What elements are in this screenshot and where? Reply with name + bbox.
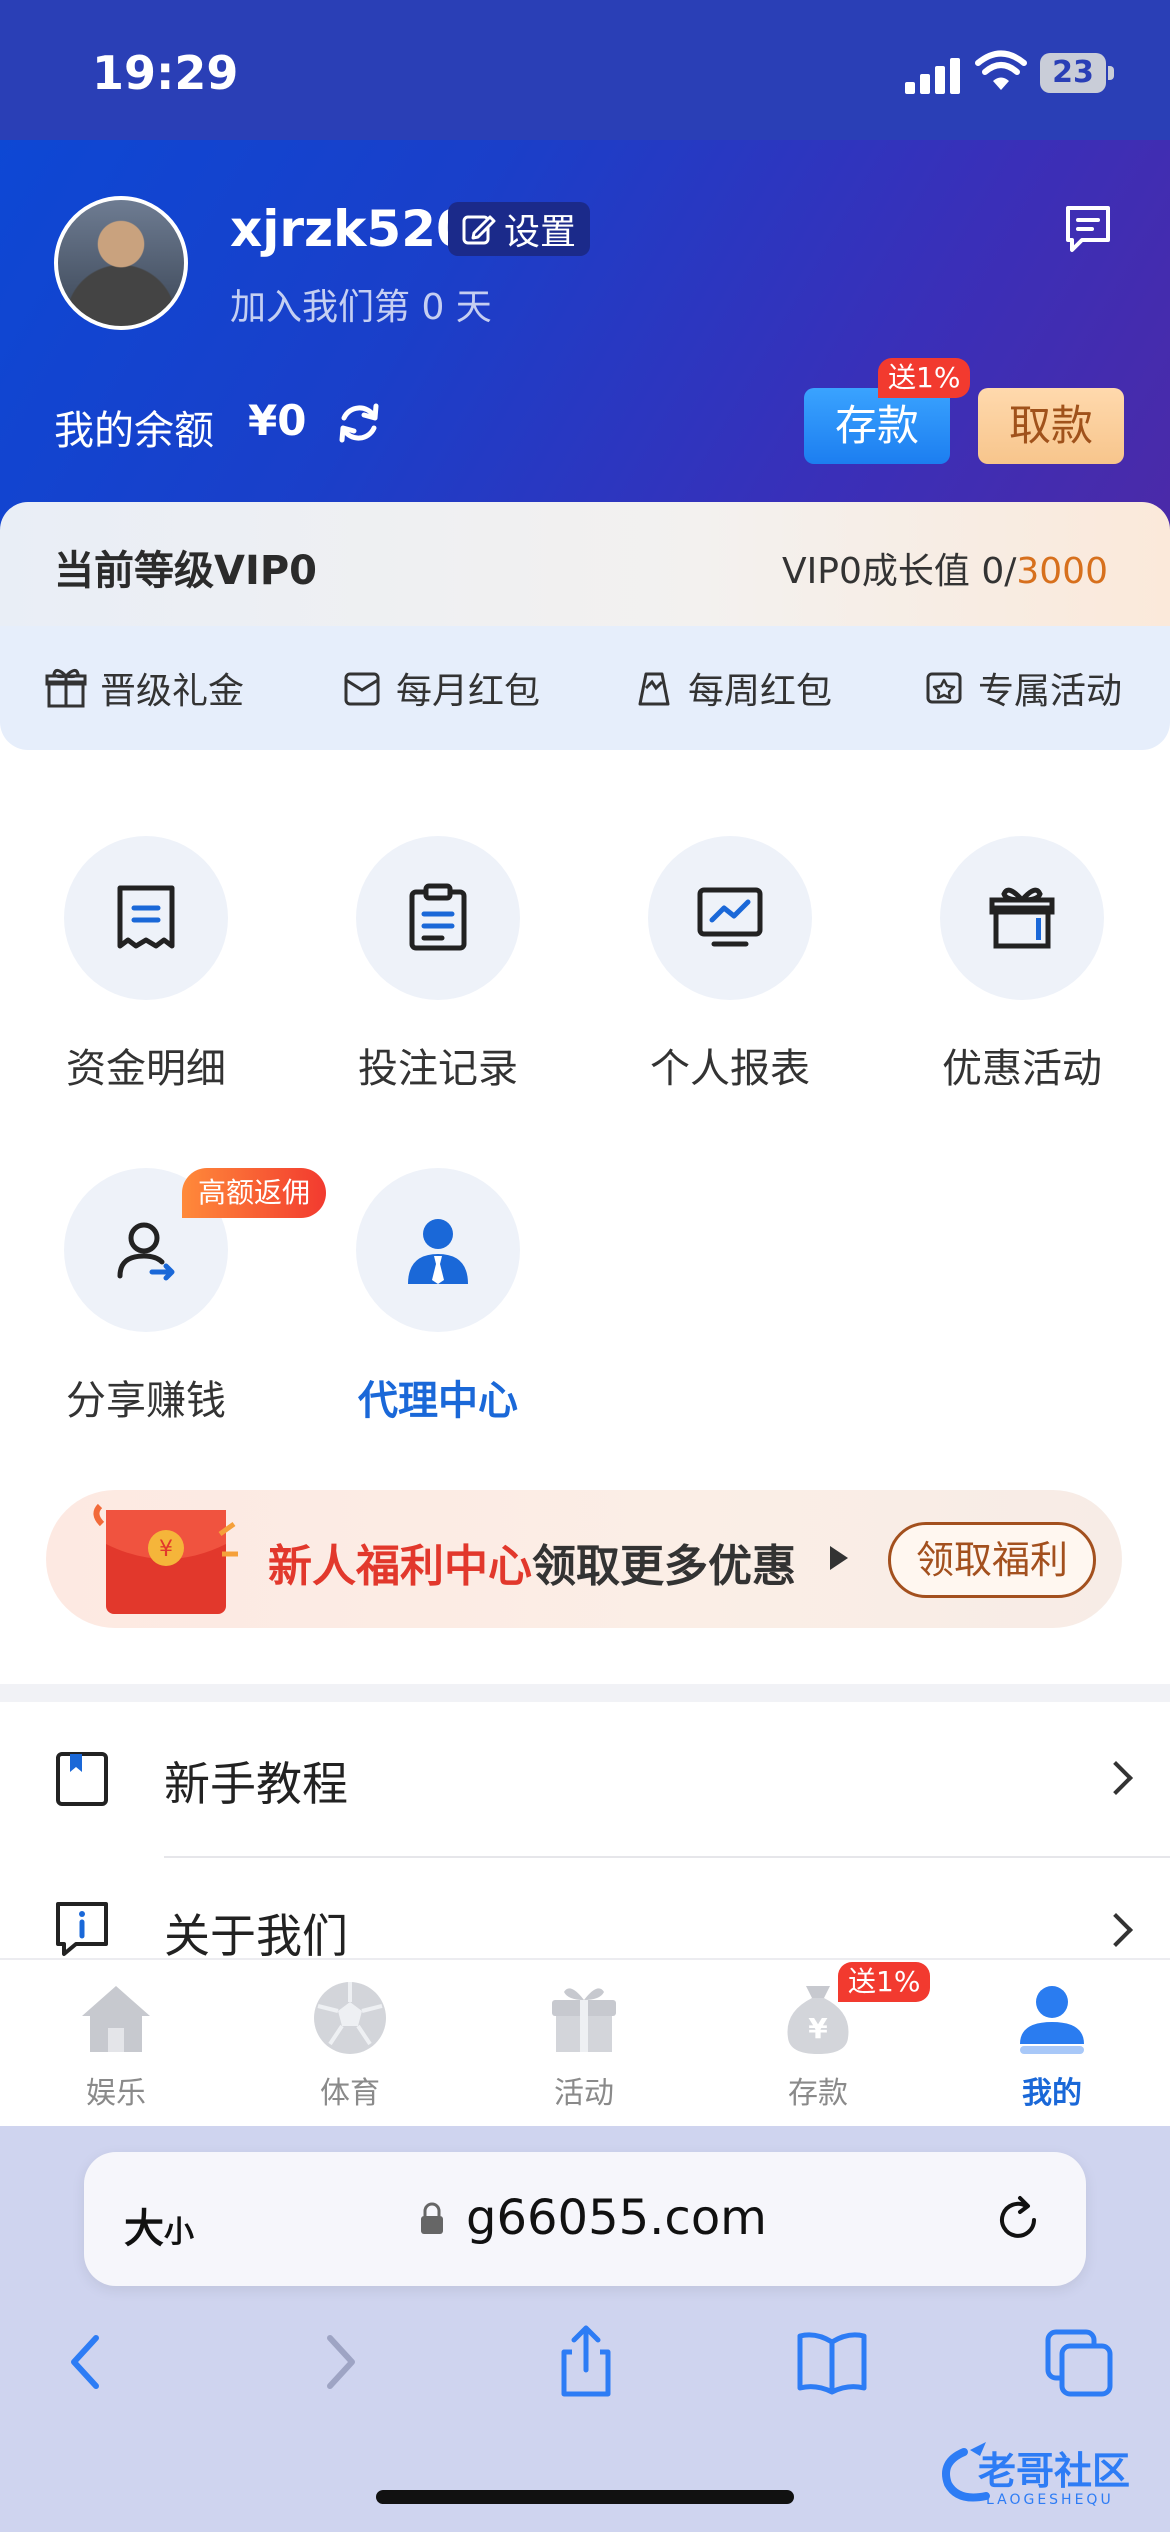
tab-entertainment[interactable]: 娱乐 <box>26 1976 206 2112</box>
perk-label: 专属活动 <box>978 671 1123 712</box>
promo-highlight: 新人福利中心 <box>268 1541 532 1592</box>
book-icon <box>56 1752 108 1806</box>
info-icon <box>56 1902 108 1956</box>
bookmarks-icon[interactable] <box>792 2322 872 2402</box>
tabs-icon[interactable] <box>1040 2322 1120 2402</box>
balance-label: 我的余额 <box>54 408 214 454</box>
clipboard-icon <box>409 883 467 951</box>
tab-sports[interactable]: 体育 <box>260 1976 440 2112</box>
perk-upgrade-bonus[interactable]: 晋级礼金 <box>44 660 244 716</box>
settings-button[interactable]: 设置 <box>448 202 591 256</box>
grid-icon-bg <box>356 1168 520 1332</box>
vip-growth: VIP0成长值 0/3000 <box>782 551 1108 592</box>
url-text[interactable]: g66055.com <box>466 2190 767 2246</box>
joined-days: 加入我们第 0 天 <box>230 287 492 328</box>
watermark-logo: 老哥社区 LAOGESHEQU <box>942 2442 1130 2508</box>
grid-label: 投注记录 <box>358 1046 518 1092</box>
grid-icon-bg <box>356 836 520 1000</box>
tab-label: 体育 <box>320 2076 380 2111</box>
play-arrow-icon <box>830 1546 848 1570</box>
lock-icon <box>421 2202 443 2234</box>
username: xjrzk520 <box>230 200 471 258</box>
battery-tip <box>1108 66 1114 80</box>
envelope-icon <box>344 672 380 706</box>
grid-personal-report[interactable]: 个人报表 <box>630 836 830 1094</box>
grid-label: 资金明细 <box>66 1046 226 1092</box>
signal-icon <box>905 58 965 94</box>
grid-label: 代理中心 <box>358 1378 518 1424</box>
avatar[interactable] <box>54 196 188 330</box>
svg-text:¥: ¥ <box>808 2012 828 2045</box>
gift-icon <box>552 1988 616 2052</box>
home-icon <box>82 1986 150 2052</box>
message-icon[interactable] <box>1060 200 1116 256</box>
red-envelope-icon: ¥ <box>93 1503 238 1614</box>
text-size-button[interactable]: 大小 <box>124 2196 194 2254</box>
svg-text:¥: ¥ <box>159 1537 173 1562</box>
grid-icon-bg <box>64 836 228 1000</box>
star-badge-icon <box>926 672 962 704</box>
grid-label: 个人报表 <box>650 1046 810 1092</box>
vip-level: 当前等级VIP0 <box>54 548 317 594</box>
tab-mine[interactable]: 我的 <box>962 1976 1142 2112</box>
menu-label: 新手教程 <box>164 1757 348 1811</box>
section-divider <box>0 1684 1170 1702</box>
tab-label: 娱乐 <box>86 2076 146 2111</box>
perk-exclusive-event[interactable]: 专属活动 <box>922 660 1122 716</box>
share-icon[interactable] <box>546 2322 626 2402</box>
grid-bet-records[interactable]: 投注记录 <box>338 836 538 1094</box>
perk-label: 每月红包 <box>396 671 541 712</box>
deposit-button[interactable]: 存款 <box>804 388 950 464</box>
reload-icon[interactable] <box>990 2192 1046 2248</box>
perk-monthly-envelope[interactable]: 每月红包 <box>340 660 540 716</box>
perk-weekly-envelope[interactable]: 每周红包 <box>632 660 832 716</box>
status-time: 19:29 <box>92 46 239 100</box>
grid-icon-bg <box>648 836 812 1000</box>
red-packet-icon <box>638 672 670 706</box>
balance-value: ¥0 <box>248 396 307 445</box>
tab-label: 活动 <box>554 2076 614 2111</box>
grid-label: 优惠活动 <box>942 1046 1102 1092</box>
soccer-ball-icon <box>314 1982 386 2054</box>
watermark-title: 老哥社区 <box>978 2449 1130 2493</box>
grid-label: 分享赚钱 <box>66 1378 226 1424</box>
home-indicator <box>376 2490 794 2504</box>
battery-icon: 23 <box>1040 53 1106 93</box>
edit-icon <box>462 215 496 245</box>
grid-funds-detail[interactable]: 资金明细 <box>46 836 246 1094</box>
grid-agent-center[interactable]: 代理中心 <box>338 1168 538 1426</box>
receipt-icon <box>117 885 175 949</box>
withdraw-button[interactable]: 取款 <box>978 388 1124 464</box>
tab-events[interactable]: 活动 <box>494 1976 674 2112</box>
tab-deposit-badge: 送1% <box>838 1962 931 2002</box>
person-icon <box>1020 1986 1084 2054</box>
grid-icon-bg <box>940 836 1104 1000</box>
claim-welfare-button[interactable]: 领取福利 <box>888 1522 1096 1598</box>
menu-label: 关于我们 <box>164 1909 348 1963</box>
gift-box-icon <box>989 887 1055 949</box>
perk-label: 晋级礼金 <box>100 671 245 712</box>
refresh-icon[interactable] <box>334 398 384 448</box>
grid-promotions[interactable]: 优惠活动 <box>922 836 1122 1094</box>
deposit-bonus-badge: 送1% <box>878 358 971 398</box>
settings-label: 设置 <box>504 212 577 253</box>
gift-icon <box>45 669 87 708</box>
forward-icon[interactable] <box>298 2322 378 2402</box>
high-rebate-badge: 高额返佣 <box>182 1168 327 1218</box>
wifi-icon <box>975 50 1027 90</box>
monitor-chart-icon <box>697 887 763 947</box>
back-icon[interactable] <box>48 2322 128 2402</box>
tab-label: 存款 <box>788 2076 848 2111</box>
vip-growth-target: 3000 <box>1016 551 1108 592</box>
user-share-icon <box>117 1222 175 1281</box>
perk-label: 每周红包 <box>688 671 833 712</box>
watermark-subtitle: LAOGESHEQU <box>986 2492 1114 2508</box>
agent-icon <box>408 1219 468 1284</box>
promo-text: 新人福利中心领取更多优惠 <box>268 1541 796 1592</box>
tab-label: 我的 <box>1022 2076 1082 2111</box>
